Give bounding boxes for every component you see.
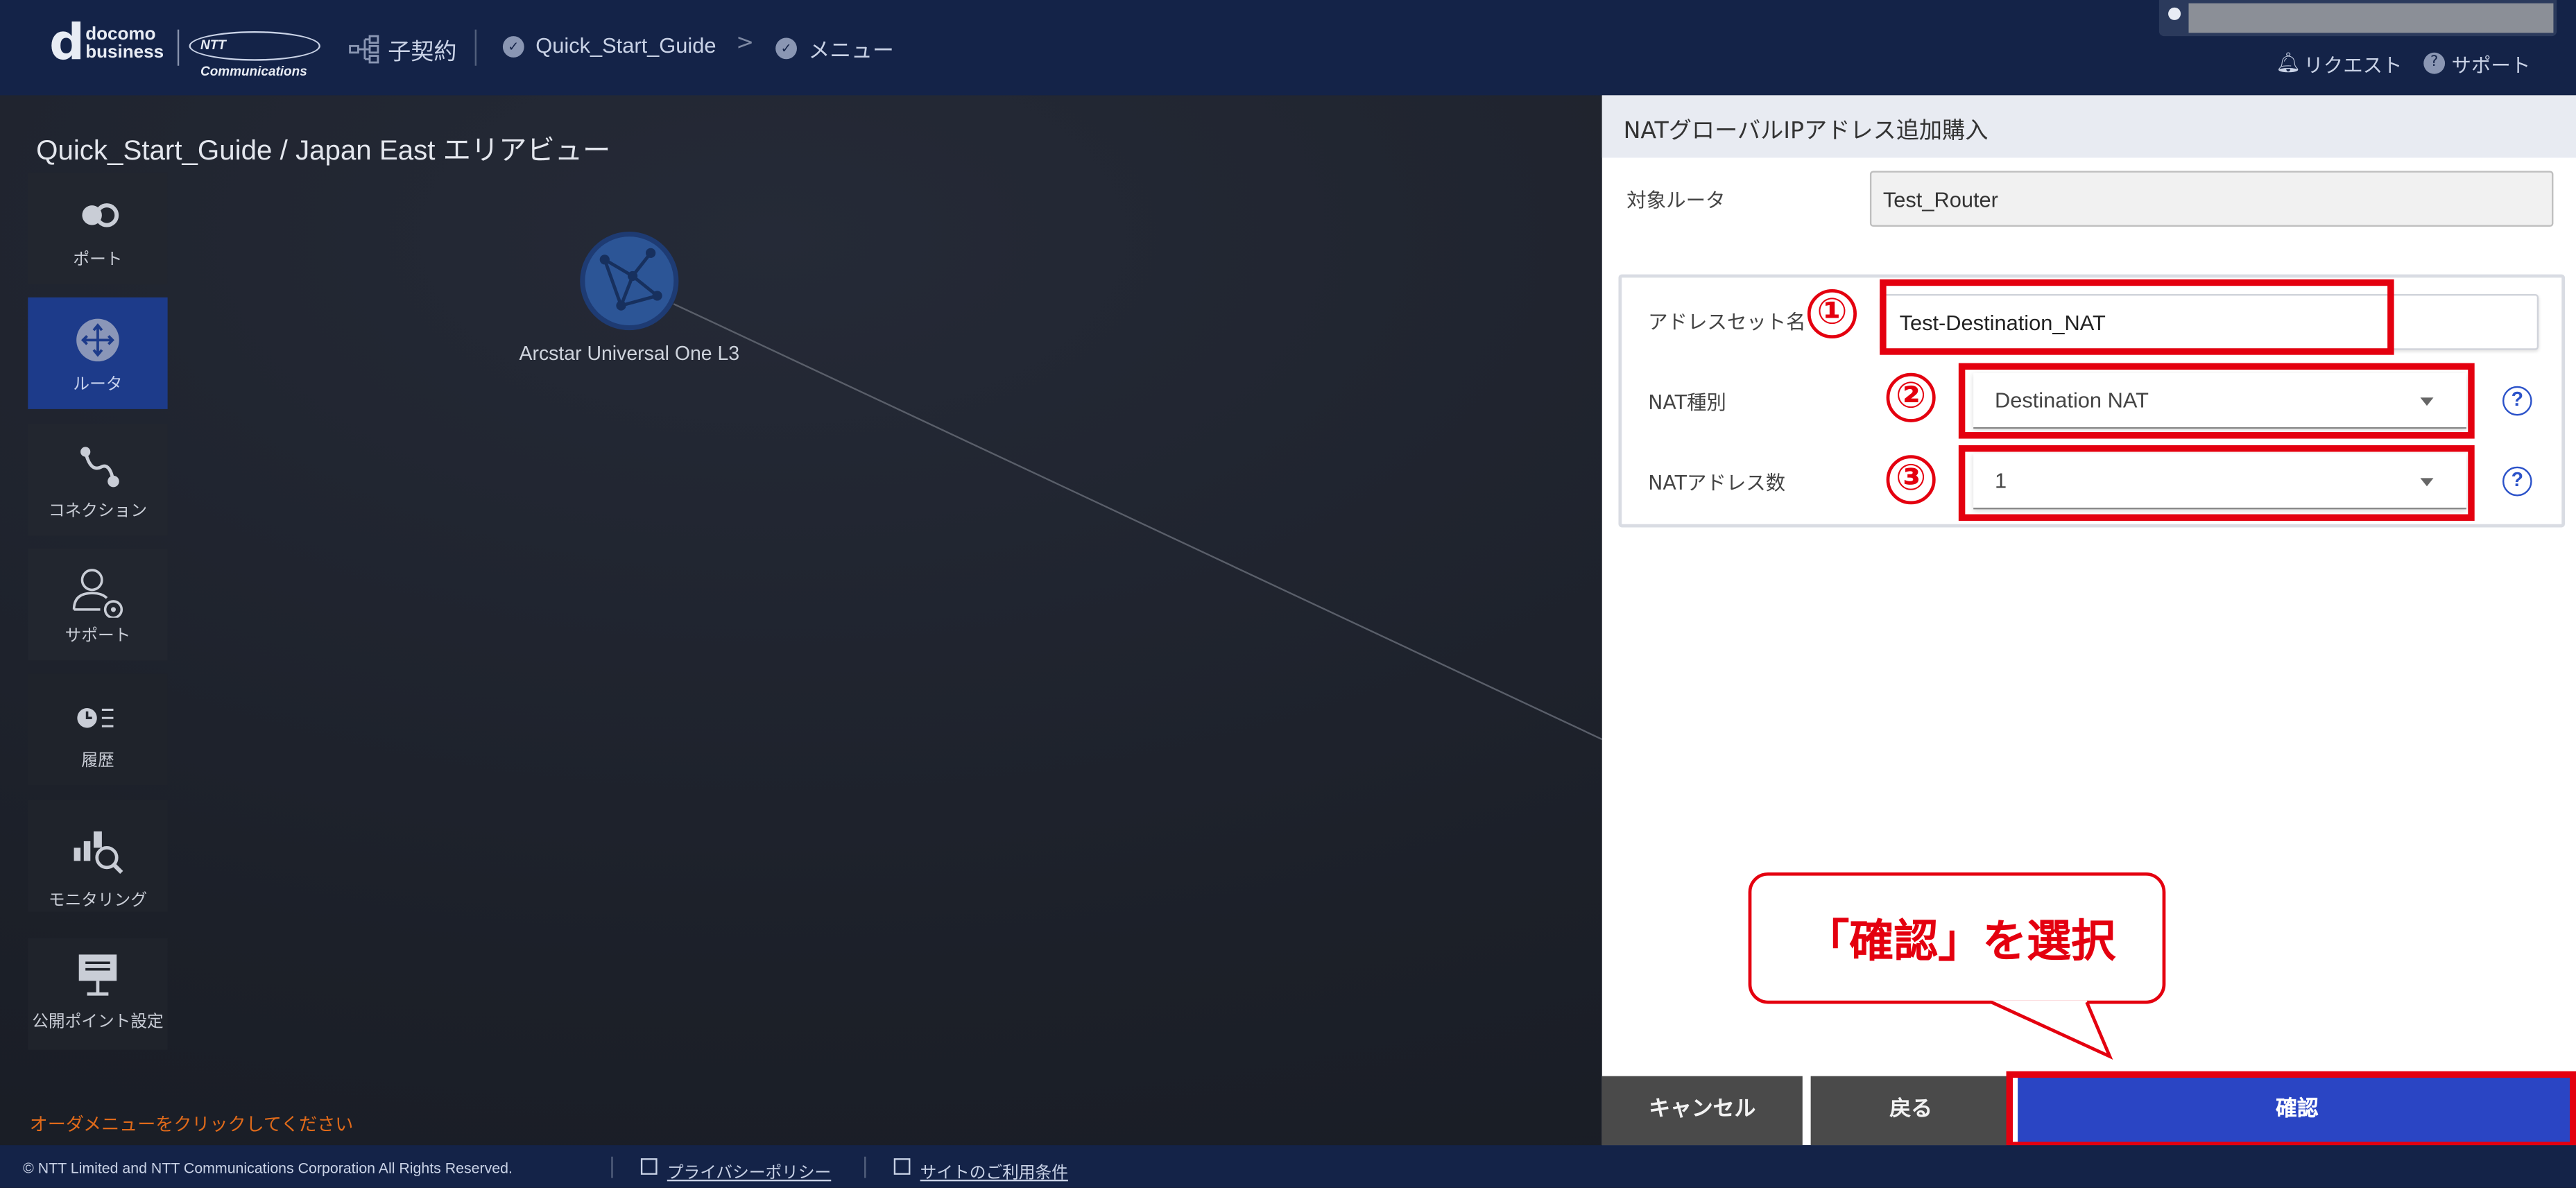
sidebar-item-support[interactable]: サポート bbox=[28, 549, 168, 661]
annotation-highlight-nat-count bbox=[1958, 445, 2475, 521]
annotation-highlight-confirm bbox=[2006, 1071, 2576, 1148]
terms-of-use-link[interactable]: サイトのご利用条件 bbox=[920, 1158, 1068, 1183]
nat-count-help-icon[interactable]: ? bbox=[2502, 466, 2532, 497]
external-link-icon bbox=[640, 1158, 658, 1175]
header-divider bbox=[474, 29, 477, 66]
node-label: Arcstar Universal One L3 bbox=[519, 341, 740, 365]
sidebar-item-label: 公開ポイント設定 bbox=[32, 1013, 164, 1032]
annotation-callout: 「確認」を選択 bbox=[1748, 872, 2166, 1004]
docomo-business-logo-text: docomo business bbox=[85, 26, 164, 62]
ntt-logo: NTT Communications bbox=[189, 31, 320, 79]
sidebar-item-label: ポート bbox=[73, 251, 123, 270]
sidebar-item-label: 履歴 bbox=[81, 752, 114, 771]
footer-divider bbox=[611, 1156, 613, 1178]
sidebar-item-router[interactable]: ルータ bbox=[28, 297, 168, 409]
support-link[interactable]: サポート bbox=[2452, 51, 2531, 78]
annotation-step-1: ① bbox=[1807, 289, 1857, 339]
area-view-title: Quick_Start_Guide / Japan East エリアビュー bbox=[36, 135, 611, 166]
logo-divider bbox=[177, 29, 180, 66]
user-account-box[interactable]: ● bbox=[2158, 0, 2557, 37]
bell-icon: 🔔︎ bbox=[2276, 51, 2301, 74]
nat-type-label: NAT種別 bbox=[1648, 390, 1726, 414]
annotation-highlight-address-set bbox=[1880, 279, 2394, 355]
docomo-business-logo-mark[interactable]: d bbox=[49, 19, 85, 68]
sidebar-item-port[interactable]: ポート bbox=[28, 172, 168, 284]
panel-title-bar: NATグローバルIPアドレス追加購入 bbox=[1602, 95, 2576, 158]
breadcrumb-contract[interactable]: Quick_Start_Guide bbox=[535, 33, 716, 58]
nat-count-label: NATアドレス数 bbox=[1648, 471, 1786, 495]
logo-line-1: docomo bbox=[85, 24, 156, 44]
request-link[interactable]: リクエスト bbox=[2303, 51, 2402, 78]
support-user-icon bbox=[72, 569, 123, 618]
sidebar-item-monitoring[interactable]: モニタリング bbox=[28, 800, 168, 912]
cancel-button[interactable]: キャンセル bbox=[1602, 1076, 1803, 1146]
sidebar-item-label: サポート bbox=[65, 627, 131, 646]
globe-network-icon[interactable] bbox=[578, 230, 680, 332]
annotation-step-2: ② bbox=[1886, 372, 1936, 422]
help-circle-icon: ? bbox=[2423, 52, 2446, 74]
annotation-highlight-nat-type bbox=[1958, 363, 2475, 439]
port-icon bbox=[82, 203, 119, 227]
public-point-icon bbox=[78, 954, 117, 996]
back-button[interactable]: 戻る bbox=[1810, 1076, 2011, 1146]
sidebar-item-label: モニタリング bbox=[48, 892, 148, 911]
history-icon bbox=[77, 708, 114, 728]
breadcrumb-menu[interactable]: メニュー bbox=[809, 33, 894, 64]
copyright-text: © NTT Limited and NTT Communications Cor… bbox=[23, 1160, 513, 1177]
chevron-circle-icon: ✓ bbox=[502, 36, 524, 58]
target-router-field: Test_Router bbox=[1869, 171, 2554, 227]
address-set-label: アドレスセット名 bbox=[1648, 310, 1806, 334]
sidebar-item-public-point[interactable]: 公開ポイント設定 bbox=[28, 938, 168, 1050]
monitoring-icon bbox=[74, 831, 123, 875]
org-tree-icon bbox=[349, 35, 379, 64]
sidebar-item-connection[interactable]: コネクション bbox=[28, 424, 168, 536]
sidebar-item-label: コネクション bbox=[48, 502, 148, 521]
user-name-field bbox=[2188, 3, 2554, 33]
order-menu-hint: オーダメニューをクリックしてください bbox=[29, 1114, 354, 1135]
logo-line-2: business bbox=[85, 42, 164, 63]
footer-divider bbox=[864, 1156, 866, 1178]
app-root: d docomo business NTT Communications 子契約… bbox=[0, 0, 2576, 1188]
nat-type-help-icon[interactable]: ? bbox=[2502, 386, 2532, 416]
external-link-icon bbox=[893, 1158, 911, 1175]
breadcrumb-arrow-icon: > bbox=[736, 31, 755, 56]
connection-icon bbox=[80, 447, 119, 488]
footer: © NTT Limited and NTT Communications Cor… bbox=[0, 1145, 2576, 1188]
annotation-step-3: ③ bbox=[1886, 455, 1936, 505]
user-icon: ● bbox=[2167, 5, 2182, 24]
router-icon bbox=[76, 318, 119, 362]
chevron-circle-icon: ✓ bbox=[775, 37, 797, 60]
sidebar-item-history[interactable]: 履歴 bbox=[28, 673, 168, 786]
sidebar-item-label: ルータ bbox=[73, 376, 123, 395]
contract-label[interactable]: 子契約 bbox=[388, 35, 456, 67]
callout-text: 「確認」を選択 bbox=[1805, 916, 2116, 968]
panel-title: NATグローバルIPアドレス追加購入 bbox=[1623, 118, 1989, 145]
privacy-policy-link[interactable]: プライバシーポリシー bbox=[667, 1158, 831, 1183]
top-header: d docomo business NTT Communications 子契約… bbox=[0, 0, 2576, 96]
target-router-label: 対象ルータ bbox=[1626, 189, 1726, 212]
